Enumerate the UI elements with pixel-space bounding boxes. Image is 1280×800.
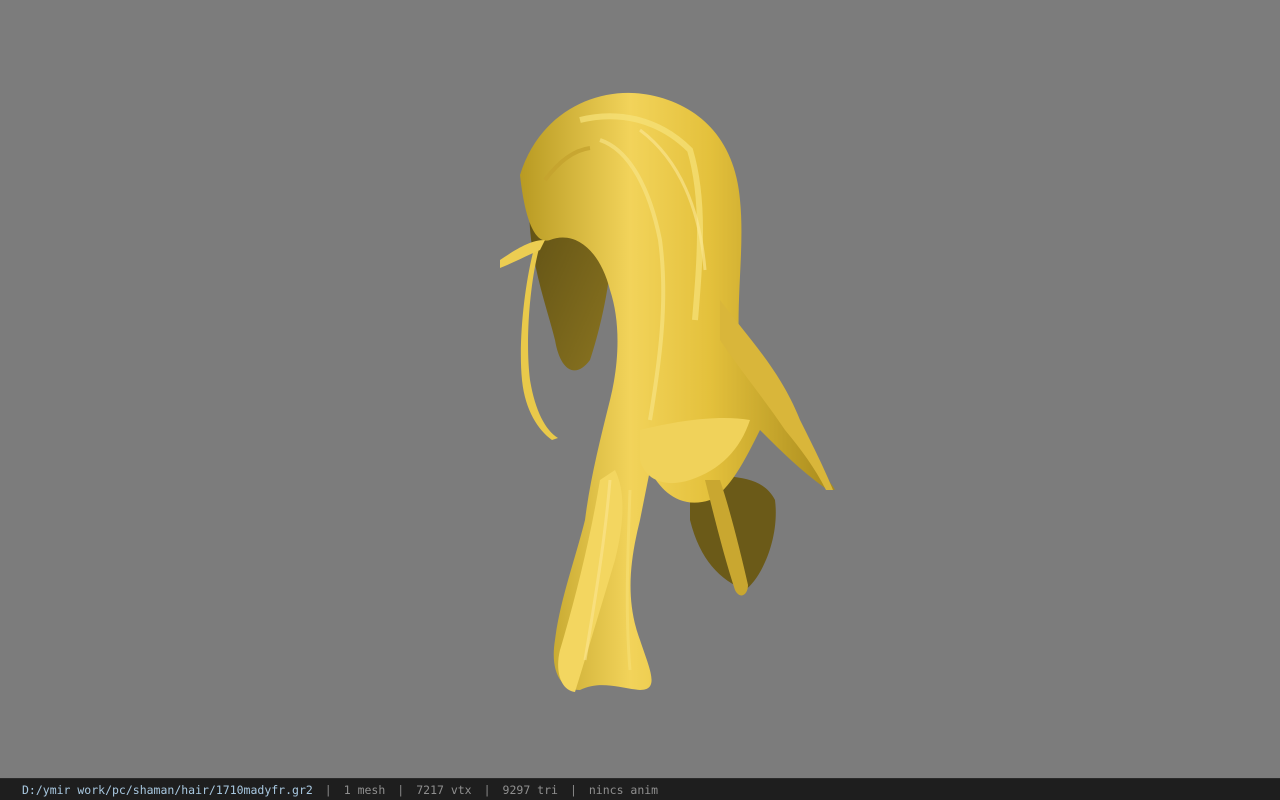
file-path-label: D:/ymir work/pc/shaman/hair/1710madyfr.g… xyxy=(22,782,313,797)
status-bar: D:/ymir work/pc/shaman/hair/1710madyfr.g… xyxy=(0,778,1280,800)
status-separator: | xyxy=(483,782,491,797)
vertex-count-label: 7217 vtx xyxy=(416,782,472,797)
status-separator: | xyxy=(324,782,332,797)
mesh-count-label: 1 mesh xyxy=(343,782,386,797)
3d-viewport[interactable] xyxy=(0,0,1280,778)
triangle-count-label: 9297 tri xyxy=(502,782,558,797)
hair-mesh-icon xyxy=(500,92,835,692)
animation-status-label: nincs anim xyxy=(588,782,659,797)
status-separator: | xyxy=(569,782,577,797)
status-separator: | xyxy=(397,782,405,797)
